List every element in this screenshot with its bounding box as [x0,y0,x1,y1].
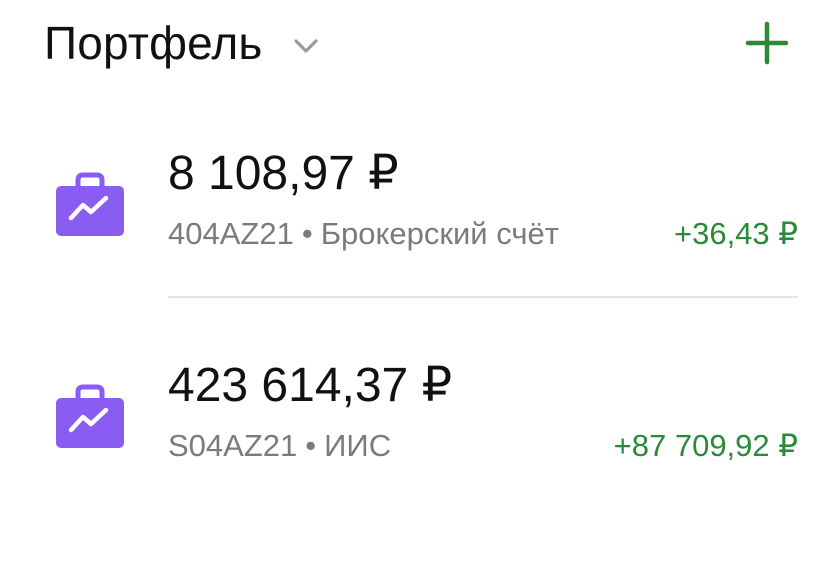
divider [168,296,798,298]
briefcase-chart-icon [56,172,124,236]
portfolio-selector[interactable]: Портфель [44,14,319,72]
account-type: ИИС [324,428,392,463]
account-meta: 404AZ21 • Брокерский счёт [168,214,559,254]
account-change: +87 709,92 ₽ [613,428,798,463]
page-title: Портфель [44,17,263,69]
meta-separator: • [305,428,317,463]
account-meta: S04AZ21 • ИИС [168,426,391,466]
account-id: S04AZ21 [168,428,298,463]
account-row[interactable]: 8 108,97 ₽ 404AZ21 • Брокерский счёт +36,4… [0,140,840,280]
account-id: 404AZ21 [168,216,294,251]
account-change: +36,43 ₽ [673,216,798,251]
header: Портфель [0,0,840,90]
plus-icon[interactable] [744,20,790,66]
chevron-down-icon [294,39,318,53]
account-balance: 8 108,97 ₽ [168,147,399,200]
account-balance: 423 614,37 ₽ [168,359,453,412]
account-type: Брокерский счёт [320,216,559,251]
account-row[interactable]: 423 614,37 ₽ S04AZ21 • ИИС +87 709,92 ₽ [0,352,840,492]
briefcase-chart-icon [56,384,124,448]
meta-separator: • [301,216,313,251]
